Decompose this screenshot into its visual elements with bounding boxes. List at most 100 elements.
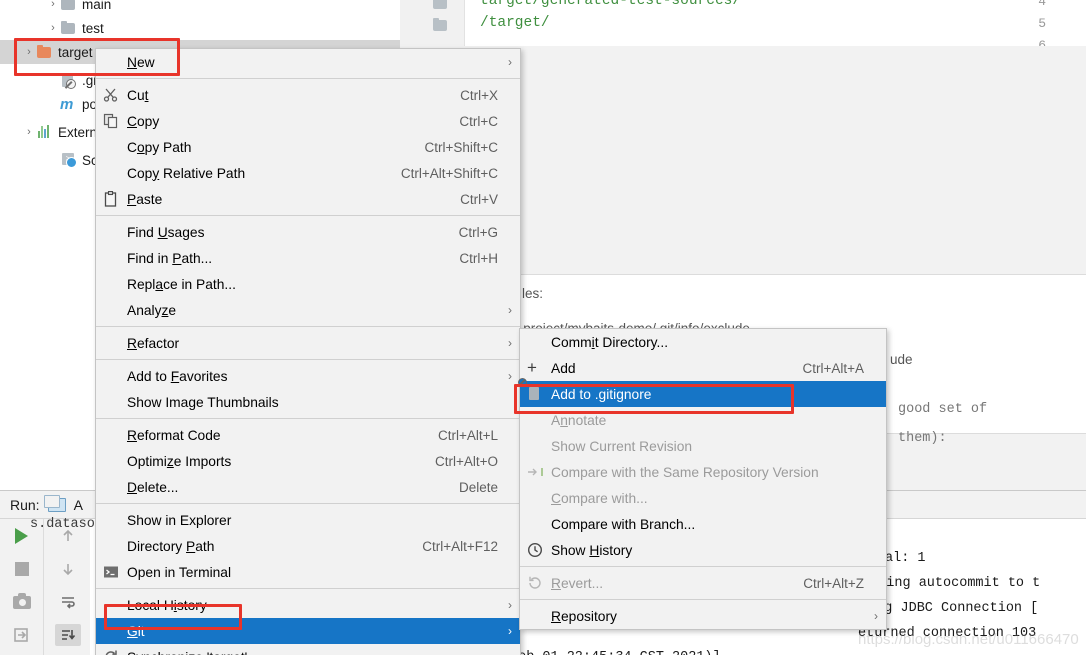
menu-separator: [96, 78, 520, 79]
menu-item-shortcut: Ctrl+Alt+Shift+C: [400, 165, 498, 181]
soft-wrap-icon[interactable]: [55, 591, 81, 613]
menu-item-synchronize-target[interactable]: Synchronize 'target': [96, 644, 520, 655]
menu-item-replace-in-path[interactable]: Replace in Path...: [96, 271, 520, 297]
menu-item-label: Open in Terminal: [127, 564, 232, 580]
editor-line-text[interactable]: /target/: [480, 15, 550, 31]
menu-item-local-history[interactable]: Local History ›: [96, 592, 520, 618]
maven-m-icon: m: [60, 96, 74, 113]
menu-item-label: Analyze: [127, 302, 177, 318]
menu-item-label: Local History: [127, 597, 207, 613]
gitignore-icon: [517, 378, 544, 402]
menu-item-shortcut: Ctrl+Alt+A: [802, 360, 864, 376]
menu-separator: [96, 588, 520, 589]
git-context-submenu[interactable]: Commit Directory... + Add Ctrl+Alt+A Add to …: [517, 328, 887, 630]
run-tab-name[interactable]: A: [74, 497, 83, 513]
menu-item-shortcut: Ctrl+Alt+L: [437, 427, 498, 443]
menu-item-label: New: [127, 54, 155, 70]
menu-item-label: Find Usages: [127, 224, 205, 240]
menu-item-copy-relative-path[interactable]: Copy Relative Path Ctrl+Alt+Shift+C: [96, 160, 520, 186]
menu-item-git[interactable]: Git ›: [96, 618, 520, 644]
menu-item-annotate: Annotate: [520, 407, 886, 433]
menu-item-show-in-explorer[interactable]: Show in Explorer: [96, 507, 520, 533]
fold-folder-icon[interactable]: [433, 17, 447, 31]
menu-item-commit-directory[interactable]: Commit Directory...: [520, 329, 886, 355]
gitignore-file-icon: [60, 73, 77, 89]
menu-item-label: Refactor: [127, 335, 180, 351]
menu-item-analyze[interactable]: Analyze ›: [96, 297, 520, 323]
menu-item-shortcut: Ctrl+G: [458, 224, 498, 240]
menu-item-show-image-thumbnails[interactable]: Show Image Thumbnails: [96, 389, 520, 415]
menu-item-cut[interactable]: Cut Ctrl+X: [96, 82, 520, 108]
menu-item-optimize-imports[interactable]: Optimize Imports Ctrl+Alt+O: [96, 448, 520, 474]
project-view-context-menu[interactable]: New › Cut Ctrl+X Copy Ctrl+C Copy Path Ctrl+Shi…: [95, 48, 521, 655]
menu-item-add[interactable]: + Add Ctrl+Alt+A: [520, 355, 886, 381]
menu-item-label: Copy Relative Path: [127, 165, 246, 181]
menu-item-copy[interactable]: Copy Ctrl+C: [96, 108, 520, 134]
menu-item-label: Find in Path...: [127, 250, 213, 266]
menu-item-compare-with-branch[interactable]: Compare with Branch...: [520, 511, 886, 537]
menu-item-paste[interactable]: Paste Ctrl+V: [96, 186, 520, 212]
clock-icon: [527, 542, 544, 558]
refresh-icon: [103, 649, 120, 655]
menu-item-label: Compare with the Same Repository Version: [551, 464, 819, 480]
menu-item-find-in-path[interactable]: Find in Path... Ctrl+H: [96, 245, 520, 271]
chevron-right-icon[interactable]: ›: [46, 22, 60, 34]
menu-item-delete[interactable]: Delete... Delete: [96, 474, 520, 500]
menu-item-label: Compare with...: [551, 490, 648, 506]
menu-item-show-history[interactable]: Show History: [520, 537, 886, 563]
menu-item-label: Paste: [127, 191, 163, 207]
menu-item-shortcut: Ctrl+C: [459, 113, 498, 129]
menu-item-find-usages[interactable]: Find Usages Ctrl+G: [96, 219, 520, 245]
tree-item-main[interactable]: › main: [0, 0, 400, 16]
menu-item-revert: Revert... Ctrl+Alt+Z: [520, 570, 886, 596]
fold-folder-icon[interactable]: [433, 0, 447, 9]
scroll-down-icon[interactable]: [55, 558, 81, 580]
run-configuration-icon[interactable]: [43, 494, 66, 512]
folder-gray-icon: [60, 0, 77, 11]
export-icon[interactable]: [9, 624, 35, 646]
stop-icon[interactable]: [9, 558, 35, 580]
menu-separator: [96, 215, 520, 216]
menu-item-refactor[interactable]: Refactor ›: [96, 330, 520, 356]
tree-item-test[interactable]: › test: [0, 16, 400, 40]
console-line: al: 1: [885, 551, 926, 566]
menu-item-label: Copy Path: [127, 139, 192, 155]
menu-item-label: Optimize Imports: [127, 453, 232, 469]
menu-item-reformat-code[interactable]: Reformat Code Ctrl+Alt+L: [96, 422, 520, 448]
menu-item-label: Directory Path: [127, 538, 215, 554]
chevron-right-icon: ›: [508, 303, 512, 317]
menu-item-label: Show History: [551, 542, 633, 558]
revert-icon: [527, 575, 544, 591]
chevron-right-icon: ›: [508, 369, 512, 383]
editor-line-text[interactable]: target/generated-test-sources/: [480, 0, 741, 9]
tree-item-label: main: [82, 0, 112, 12]
menu-separator: [520, 566, 886, 567]
chevron-right-icon[interactable]: ›: [46, 0, 60, 10]
run-toolbar-secondary: [45, 519, 90, 655]
menu-item-shortcut: Delete: [458, 479, 498, 495]
run-label: Run:: [10, 496, 40, 513]
menu-item-add-to-gitignore[interactable]: Add to .gitignore: [517, 378, 886, 407]
menu-item-label: Compare with Branch...: [551, 516, 696, 532]
menu-item-open-in-terminal[interactable]: Open in Terminal: [96, 559, 520, 585]
menu-item-add-to-favorites[interactable]: Add to Favorites ›: [96, 363, 520, 389]
chevron-right-icon[interactable]: ›: [22, 46, 36, 58]
copy-icon: [103, 113, 120, 129]
menu-item-shortcut: Ctrl+Shift+C: [424, 139, 498, 155]
scratches-icon: >: [60, 153, 77, 168]
chevron-right-icon: ›: [508, 624, 512, 638]
menu-item-label: Add to Favorites: [127, 368, 228, 384]
menu-item-label: Show in Explorer: [127, 512, 232, 528]
console-line: Feb 01 22:45:34 CST 2021)]: [510, 650, 721, 655]
menu-item-new[interactable]: New ›: [96, 49, 520, 75]
scroll-to-end-icon[interactable]: [54, 624, 81, 646]
menu-item-directory-path[interactable]: Directory Path Ctrl+Alt+F12: [96, 533, 520, 559]
screenshot-icon[interactable]: [9, 591, 35, 613]
console-line: etting autocommit to t: [862, 576, 1041, 591]
gitignore-editor: 4 target/generated-test-sources/ 5 /targ…: [400, 0, 1086, 53]
chevron-right-icon[interactable]: ›: [22, 126, 36, 138]
watermark: https://blog.csdn.net/u011666470: [858, 631, 1079, 648]
menu-item-copy-path[interactable]: Copy Path Ctrl+Shift+C: [96, 134, 520, 160]
info-files-label: les:: [522, 286, 544, 301]
menu-item-repository[interactable]: Repository ›: [520, 603, 886, 629]
